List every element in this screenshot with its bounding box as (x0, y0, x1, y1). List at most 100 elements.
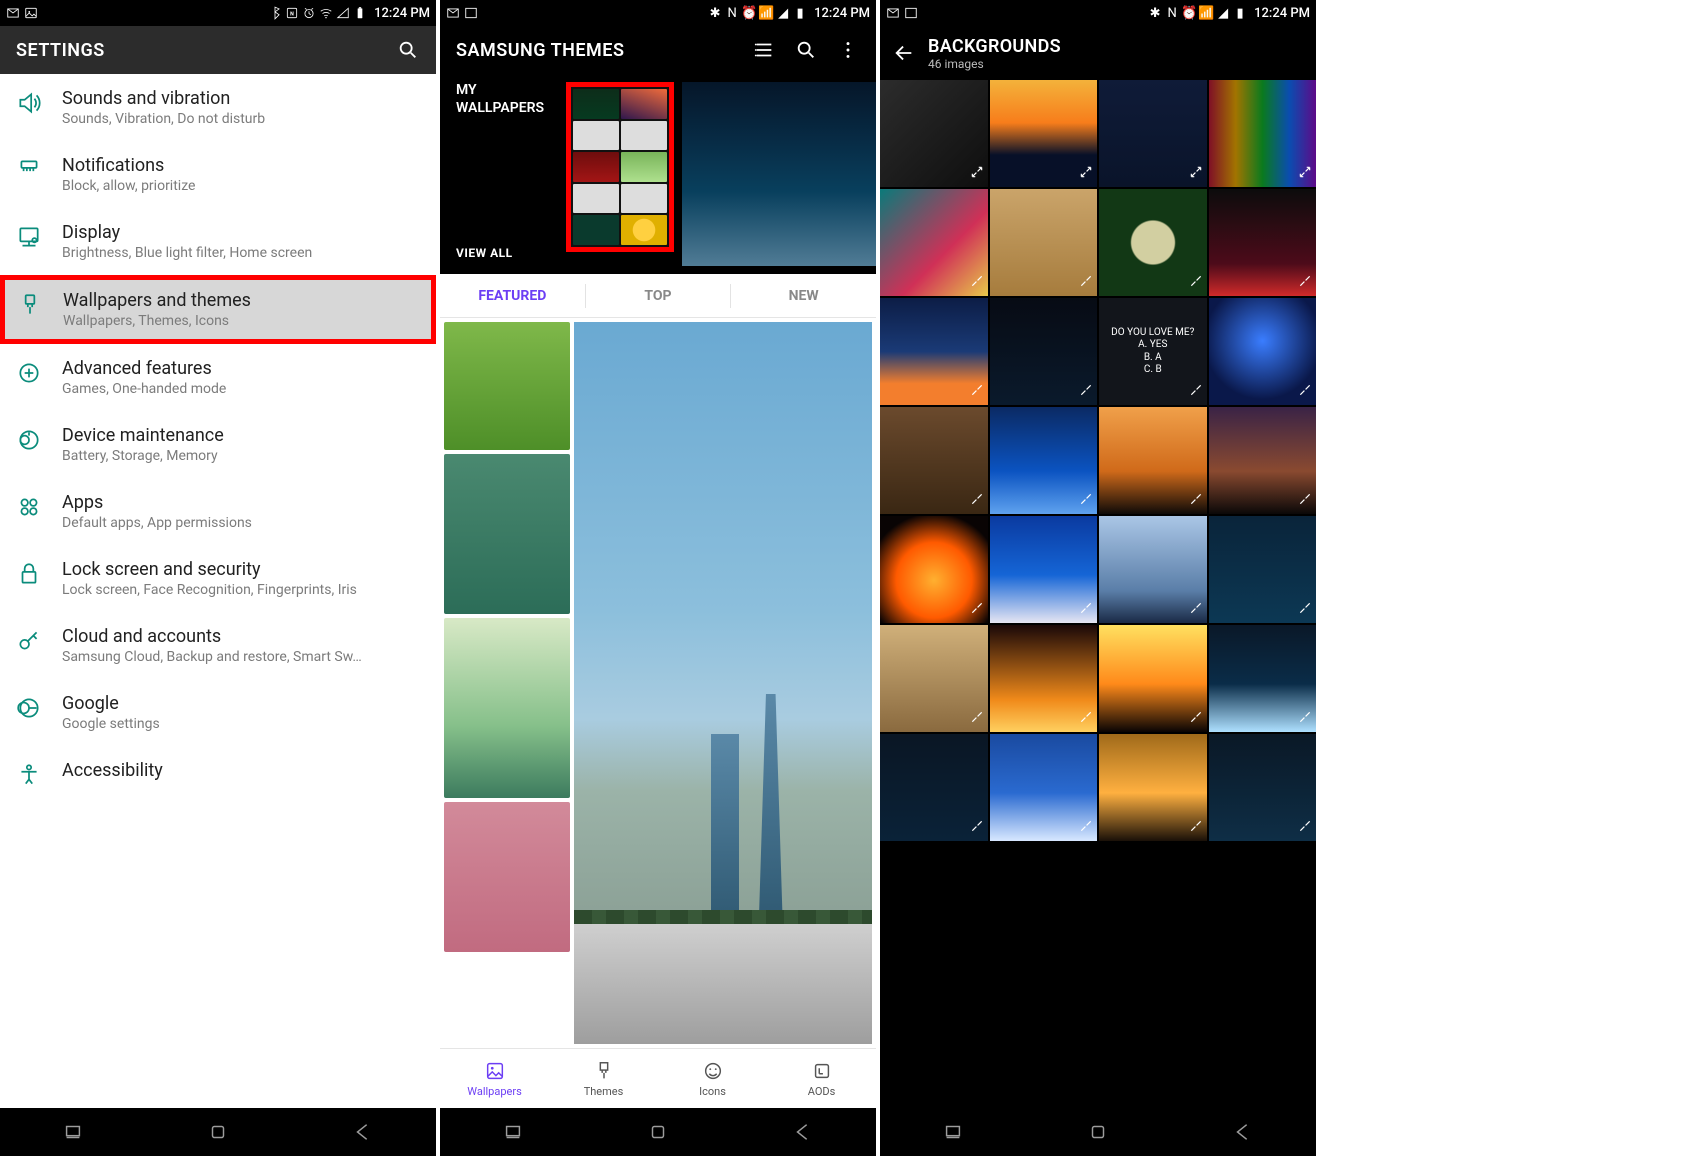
search-icon[interactable] (794, 38, 818, 62)
gallery-thumb[interactable] (880, 189, 988, 296)
gallery-thumb[interactable] (880, 298, 988, 405)
gallery-thumb[interactable] (1209, 80, 1317, 187)
recents-button[interactable] (53, 1120, 93, 1144)
gallery-thumb[interactable] (990, 298, 1098, 405)
gallery-thumb[interactable] (880, 734, 988, 841)
gallery-thumb[interactable] (1099, 80, 1207, 187)
back-arrow-button[interactable] (892, 41, 916, 65)
expand-icon (1079, 491, 1093, 510)
recents-button[interactable] (493, 1120, 533, 1144)
expand-icon (1189, 491, 1203, 510)
home-button[interactable] (198, 1120, 238, 1144)
gallery-thumb[interactable] (990, 80, 1098, 187)
settings-item-sounds[interactable]: Sounds and vibrationSounds, Vibration, D… (0, 74, 436, 141)
settings-item-google[interactable]: GoogleGoogle settings (0, 679, 436, 746)
gallery-thumb[interactable] (1209, 625, 1317, 732)
gallery-thumb[interactable] (990, 734, 1098, 841)
gallery-thumb[interactable] (1099, 516, 1207, 623)
wifi-icon (319, 6, 333, 20)
tab-top[interactable]: TOP (586, 284, 732, 308)
settings-item-title: Sounds and vibration (62, 88, 420, 109)
gallery-thumb[interactable] (1099, 407, 1207, 514)
sound-icon (14, 88, 44, 118)
featured-grid (440, 318, 876, 1048)
settings-item-notifications[interactable]: NotificationsBlock, allow, prioritize (0, 141, 436, 208)
expand-icon (1079, 818, 1093, 837)
gallery-thumb[interactable] (990, 189, 1098, 296)
search-icon[interactable] (396, 38, 420, 62)
gallery-thumb[interactable] (1209, 407, 1317, 514)
signal-icon: ◢ (776, 6, 790, 20)
expand-icon (1189, 164, 1203, 183)
gallery-thumb[interactable] (1209, 189, 1317, 296)
gallery-thumb[interactable] (880, 407, 988, 514)
gallery-thumb[interactable] (990, 407, 1098, 514)
bottom-tab-wallpapers[interactable]: Wallpapers (440, 1049, 549, 1108)
settings-item-display[interactable]: DisplayBrightness, Blue light filter, Ho… (0, 208, 436, 275)
gallery-thumb[interactable] (1099, 189, 1207, 296)
gallery-thumb[interactable] (880, 625, 988, 732)
list-icon[interactable] (752, 38, 776, 62)
settings-item-advanced[interactable]: Advanced featuresGames, One-handed mode (0, 344, 436, 411)
home-button[interactable] (638, 1120, 678, 1144)
featured-thumb[interactable] (444, 802, 570, 952)
settings-item-lockscreen[interactable]: Lock screen and securityLock screen, Fac… (0, 545, 436, 612)
settings-item-wallpapers[interactable]: Wallpapers and themesWallpapers, Themes,… (0, 275, 436, 344)
back-button[interactable] (1223, 1120, 1263, 1144)
svg-text:N: N (290, 11, 294, 17)
themes-topbar: SAMSUNG THEMES (440, 26, 876, 74)
expand-icon (1079, 709, 1093, 728)
wallpaper-preview-highlighted[interactable] (566, 82, 674, 252)
featured-thumb[interactable] (444, 454, 570, 614)
gallery-thumb[interactable] (880, 80, 988, 187)
featured-thumb[interactable] (444, 322, 570, 450)
back-button[interactable] (343, 1120, 383, 1144)
battery-icon (353, 6, 367, 20)
gallery-grid[interactable]: DO YOU LOVE ME? A. YES B. A C. B (880, 80, 1316, 1108)
expand-icon (970, 600, 984, 619)
nfc-icon: N (1165, 6, 1179, 20)
my-wallpapers-hero: MY WALLPAPERS VIEW ALL (440, 74, 876, 274)
apps-icon (14, 492, 44, 522)
bottom-tab-themes[interactable]: Themes (549, 1049, 658, 1108)
gallery-thumb[interactable] (990, 625, 1098, 732)
gallery-thumb[interactable] (1099, 625, 1207, 732)
view-all-button[interactable]: VIEW ALL (456, 246, 513, 260)
home-button[interactable] (1078, 1120, 1118, 1144)
settings-item-accessibility[interactable]: Accessibility (0, 746, 436, 790)
back-button[interactable] (783, 1120, 823, 1144)
bottom-tab-icons[interactable]: Icons (658, 1049, 767, 1108)
gallery-thumb[interactable] (880, 516, 988, 623)
expand-icon (970, 273, 984, 292)
gmail-icon (886, 6, 900, 20)
settings-item-apps[interactable]: AppsDefault apps, App permissions (0, 478, 436, 545)
gallery-subtitle: 46 images (928, 57, 1061, 71)
themes-title: SAMSUNG THEMES (456, 40, 624, 61)
key-icon (14, 626, 44, 656)
featured-thumb[interactable] (444, 618, 570, 798)
gallery-thumb[interactable] (1209, 516, 1317, 623)
settings-item-cloud[interactable]: Cloud and accountsSamsung Cloud, Backup … (0, 612, 436, 679)
expand-icon (970, 164, 984, 183)
wifi-icon: 📶 (1199, 6, 1213, 20)
gallery-thumb[interactable] (990, 516, 1098, 623)
more-icon[interactable] (836, 38, 860, 62)
gallery-thumb[interactable] (1099, 734, 1207, 841)
gallery-thumb[interactable] (1209, 298, 1317, 405)
expand-icon (1189, 600, 1203, 619)
settings-item-maintenance[interactable]: Device maintenanceBattery, Storage, Memo… (0, 411, 436, 478)
tab-new[interactable]: NEW (731, 284, 876, 308)
wallpaper-preview-next[interactable] (682, 82, 876, 266)
gallery-thumb[interactable] (1209, 734, 1317, 841)
gmail-icon (446, 6, 460, 20)
bottom-tab-aods[interactable]: AODs (767, 1049, 876, 1108)
picture-icon (464, 6, 478, 20)
recents-button[interactable] (933, 1120, 973, 1144)
gallery-thumb-text[interactable]: DO YOU LOVE ME? A. YES B. A C. B (1099, 298, 1207, 405)
expand-icon (1079, 382, 1093, 401)
tab-featured[interactable]: FEATURED (440, 284, 586, 308)
settings-title: SETTINGS (16, 40, 105, 61)
featured-large[interactable] (574, 322, 872, 1044)
bottom-tabs: Wallpapers Themes Icons AODs (440, 1048, 876, 1108)
expand-icon (1298, 600, 1312, 619)
